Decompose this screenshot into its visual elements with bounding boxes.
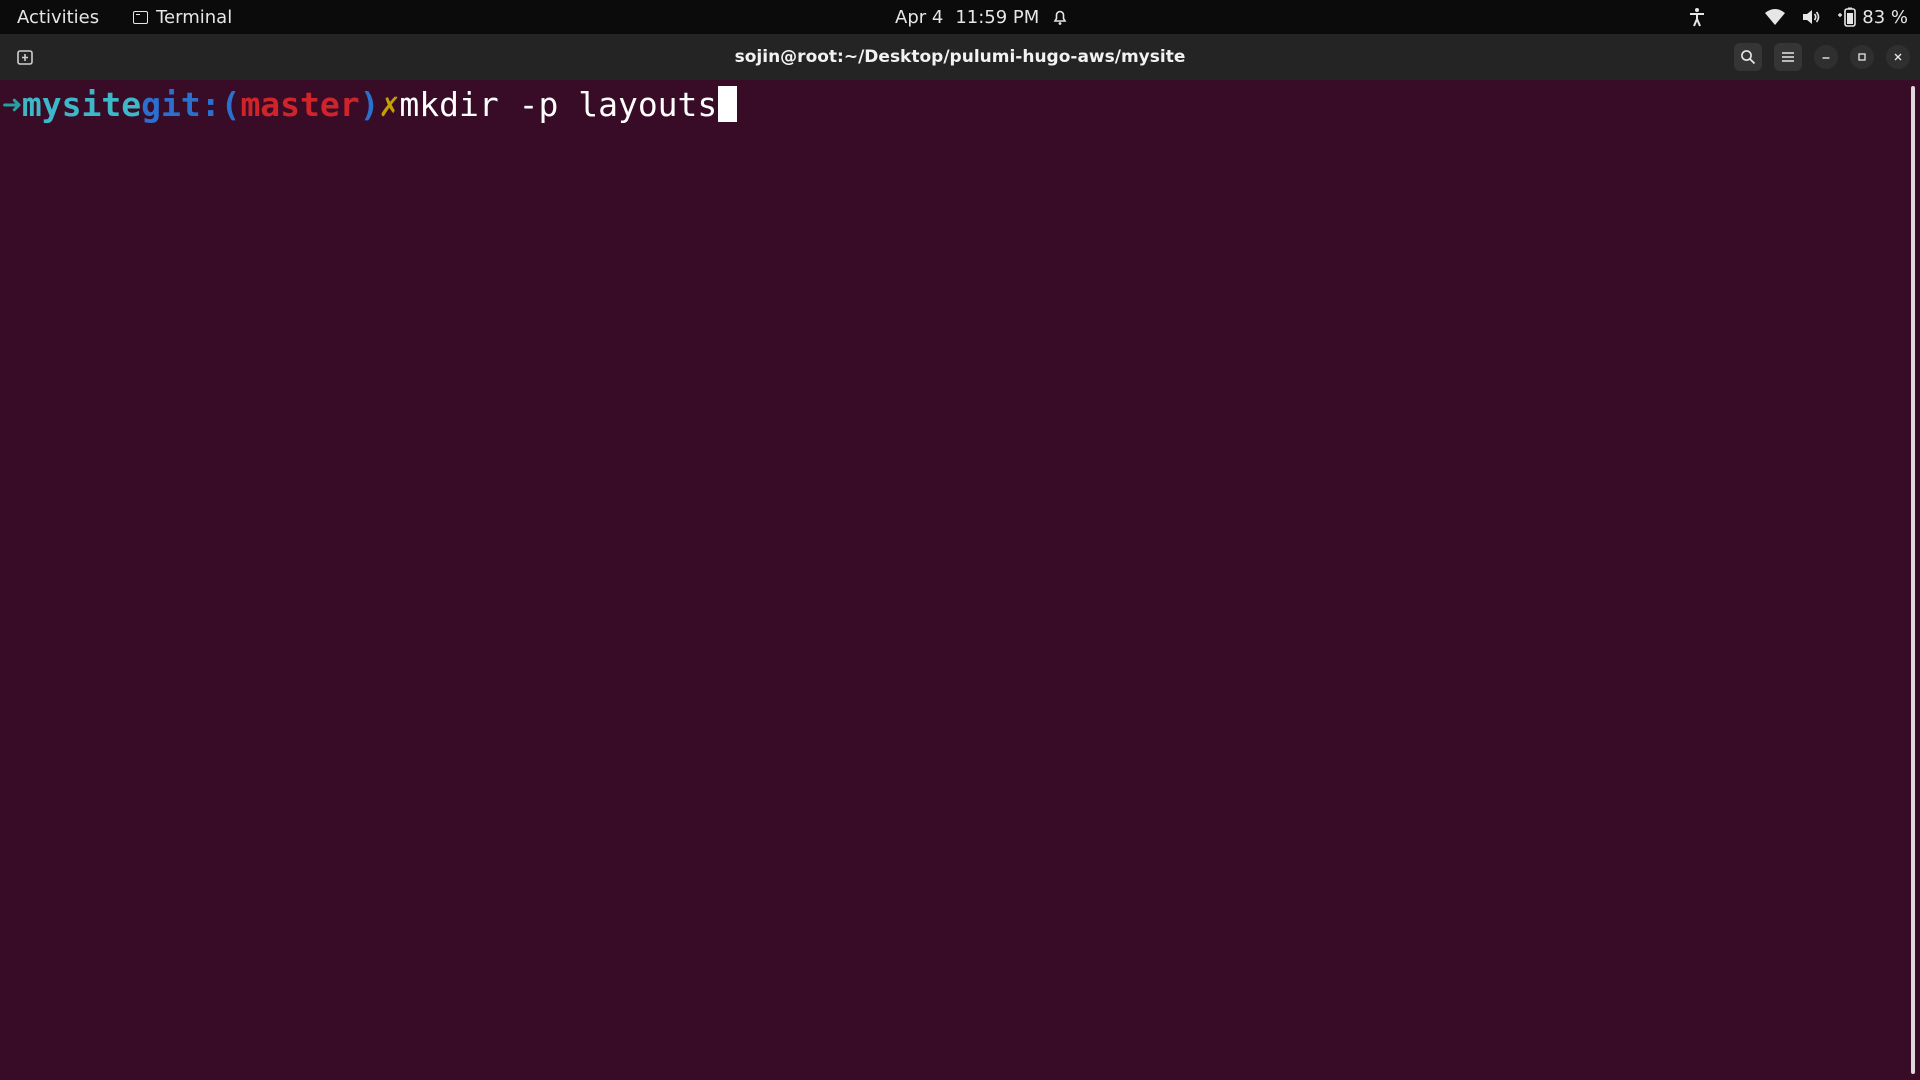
system-menu[interactable]: 83 % — [1686, 0, 1908, 34]
maximize-button[interactable] — [1850, 45, 1874, 69]
search-button[interactable] — [1734, 43, 1762, 71]
clock-button[interactable]: Apr 4 11:59 PM — [895, 0, 1071, 34]
hamburger-menu-icon — [1782, 52, 1794, 62]
window-headerbar[interactable]: sojin@root:~/Desktop/pulumi-hugo-aws/mys… — [0, 34, 1920, 80]
clock-time: 11:59 PM — [955, 6, 1040, 28]
typed-command: mkdir -p layouts — [399, 84, 718, 124]
prompt-line: ➜ mysite git:(master) ✗ mkdir -p layouts — [0, 82, 738, 126]
prompt-directory: mysite — [21, 84, 142, 124]
terminal-scrollbar[interactable] — [1908, 80, 1920, 1080]
activities-button[interactable]: Activities — [17, 7, 99, 28]
battery-percent: 83 % — [1862, 6, 1908, 28]
accessibility-icon[interactable] — [1686, 6, 1708, 28]
app-menu[interactable]: Terminal — [133, 7, 232, 28]
restore-icon — [1858, 53, 1866, 61]
text-cursor — [718, 86, 738, 122]
wifi-icon — [1764, 6, 1786, 28]
scrollbar-thumb[interactable] — [1911, 86, 1915, 1074]
close-icon — [1894, 53, 1902, 61]
prompt-branch: master — [240, 84, 360, 124]
terminal-icon — [133, 10, 149, 24]
battery-icon — [1836, 6, 1858, 28]
prompt-arrow: ➜ — [2, 84, 22, 124]
terminal-output[interactable]: ➜ mysite git:(master) ✗ mkdir -p layouts — [0, 80, 1908, 1080]
close-button[interactable] — [1886, 45, 1910, 69]
menu-button[interactable] — [1774, 43, 1802, 71]
volume-icon — [1800, 6, 1822, 28]
prompt-git-suffix: ) — [359, 84, 380, 124]
window-title: sojin@root:~/Desktop/pulumi-hugo-aws/mys… — [734, 47, 1186, 67]
app-menu-label: Terminal — [156, 6, 233, 28]
prompt-dirty-marker: ✗ — [379, 84, 400, 124]
search-icon — [1741, 50, 1756, 65]
clock-date: Apr 4 — [895, 6, 944, 28]
minimize-icon — [1822, 57, 1830, 59]
alarm-icon — [1049, 6, 1071, 28]
prompt-git-prefix: git:( — [141, 84, 241, 124]
terminal-window: sojin@root:~/Desktop/pulumi-hugo-aws/mys… — [0, 34, 1920, 1080]
minimize-button[interactable] — [1814, 45, 1838, 69]
top-bar: Activities Terminal Apr 4 11:59 PM 83 % — [0, 0, 1920, 34]
